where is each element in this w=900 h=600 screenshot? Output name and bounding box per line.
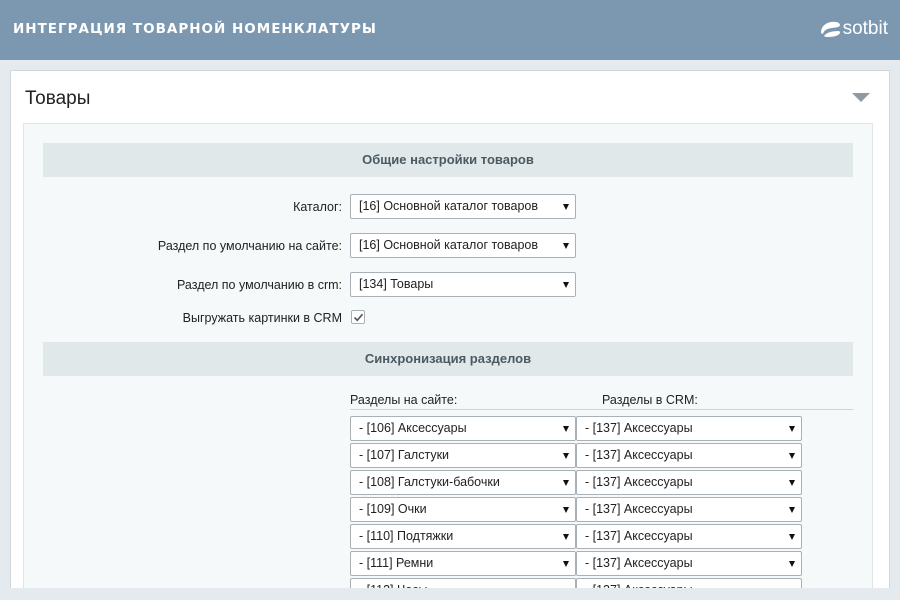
dropdown-arrow-icon	[563, 243, 569, 249]
products-panel: Товары Общие настройки товаров Каталог: …	[10, 70, 890, 600]
dropdown-arrow-icon	[563, 534, 569, 540]
catalog-select[interactable]: [16] Основной каталог товаров	[350, 194, 576, 219]
page-title: ИНТЕГРАЦИЯ ТОВАРНОЙ НОМЕНКЛАТУРЫ	[13, 21, 377, 37]
site-section-select[interactable]: [16] Основной каталог товаров	[350, 233, 576, 258]
crm-section-select-value: - [137] Аксессуары	[585, 529, 693, 543]
column-divider	[350, 409, 853, 410]
crm-section-select-value: - [137] Аксессуары	[585, 556, 693, 570]
bottom-edge	[0, 588, 900, 600]
section-heading-general: Общие настройки товаров	[43, 143, 853, 177]
triangle-down-icon[interactable]	[852, 93, 870, 102]
crm-section-select-value: - [137] Аксессуары	[585, 448, 693, 462]
settings-area: Общие настройки товаров Каталог: [16] Ос…	[23, 123, 873, 600]
dropdown-arrow-icon	[789, 534, 795, 540]
export-images-label: Выгружать картинки в CRM	[182, 311, 342, 325]
crm-section-label: Раздел по умолчанию в crm:	[177, 278, 342, 292]
site-section-select-value: - [107] Галстуки	[359, 448, 450, 462]
site-section-select[interactable]: - [110] Подтяжки	[350, 524, 576, 549]
dropdown-arrow-icon	[789, 507, 795, 513]
catalog-select-value: [16] Основной каталог товаров	[359, 199, 539, 213]
site-section-select-value: - [109] Очки	[359, 502, 427, 516]
export-images-checkbox[interactable]	[351, 310, 365, 324]
site-section-select-value: - [106] Аксессуары	[359, 421, 467, 435]
logo-text: sotbit	[842, 18, 888, 39]
crm-section-select-value: [134] Товары	[359, 277, 434, 291]
crm-section-select[interactable]: - [137] Аксессуары	[576, 443, 802, 468]
crm-section-select[interactable]: [134] Товары	[350, 272, 576, 297]
crm-section-select[interactable]: - [137] Аксессуары	[576, 416, 802, 441]
dropdown-arrow-icon	[789, 426, 795, 432]
dropdown-arrow-icon	[563, 561, 569, 567]
crm-section-select-value: - [137] Аксессуары	[585, 421, 693, 435]
top-bar: ИНТЕГРАЦИЯ ТОВАРНОЙ НОМЕНКЛАТУРЫ sotbit	[0, 0, 900, 60]
catalog-label: Каталог:	[293, 200, 342, 214]
site-section-select[interactable]: - [111] Ремни	[350, 551, 576, 576]
panel-title: Товары	[25, 88, 91, 109]
site-section-select[interactable]: - [107] Галстуки	[350, 443, 576, 468]
site-section-select-value: - [111] Ремни	[359, 556, 434, 570]
dropdown-arrow-icon	[563, 426, 569, 432]
crm-sections-column-header: Разделы в CRM:	[602, 393, 698, 407]
dropdown-arrow-icon	[563, 480, 569, 486]
checkmark-icon	[353, 313, 364, 322]
site-section-label: Раздел по умолчанию на сайте:	[157, 239, 342, 253]
site-sections-column-header: Разделы на сайте:	[350, 393, 458, 407]
dropdown-arrow-icon	[789, 480, 795, 486]
site-section-select-value: - [108] Галстуки-бабочки	[359, 475, 500, 489]
dropdown-arrow-icon	[563, 507, 569, 513]
site-section-select[interactable]: - [109] Очки	[350, 497, 576, 522]
site-section-select-value: - [110] Подтяжки	[359, 529, 454, 543]
crm-section-select[interactable]: - [137] Аксессуары	[576, 524, 802, 549]
dropdown-arrow-icon	[789, 453, 795, 459]
sotbit-logo-icon	[820, 21, 840, 37]
dropdown-arrow-icon	[563, 282, 569, 288]
site-section-select-value: [16] Основной каталог товаров	[359, 238, 539, 252]
crm-section-select-value: - [137] Аксессуары	[585, 475, 693, 489]
dropdown-arrow-icon	[563, 204, 569, 210]
crm-section-select[interactable]: - [137] Аксессуары	[576, 497, 802, 522]
dropdown-arrow-icon	[789, 561, 795, 567]
crm-section-select[interactable]: - [137] Аксессуары	[576, 551, 802, 576]
section-heading-sync: Синхронизация разделов	[43, 342, 853, 376]
sotbit-logo: sotbit	[818, 18, 888, 40]
site-section-select[interactable]: - [108] Галстуки-бабочки	[350, 470, 576, 495]
dropdown-arrow-icon	[563, 453, 569, 459]
crm-section-select[interactable]: - [137] Аксессуары	[576, 470, 802, 495]
crm-section-select-value: - [137] Аксессуары	[585, 502, 693, 516]
site-section-select[interactable]: - [106] Аксессуары	[350, 416, 576, 441]
